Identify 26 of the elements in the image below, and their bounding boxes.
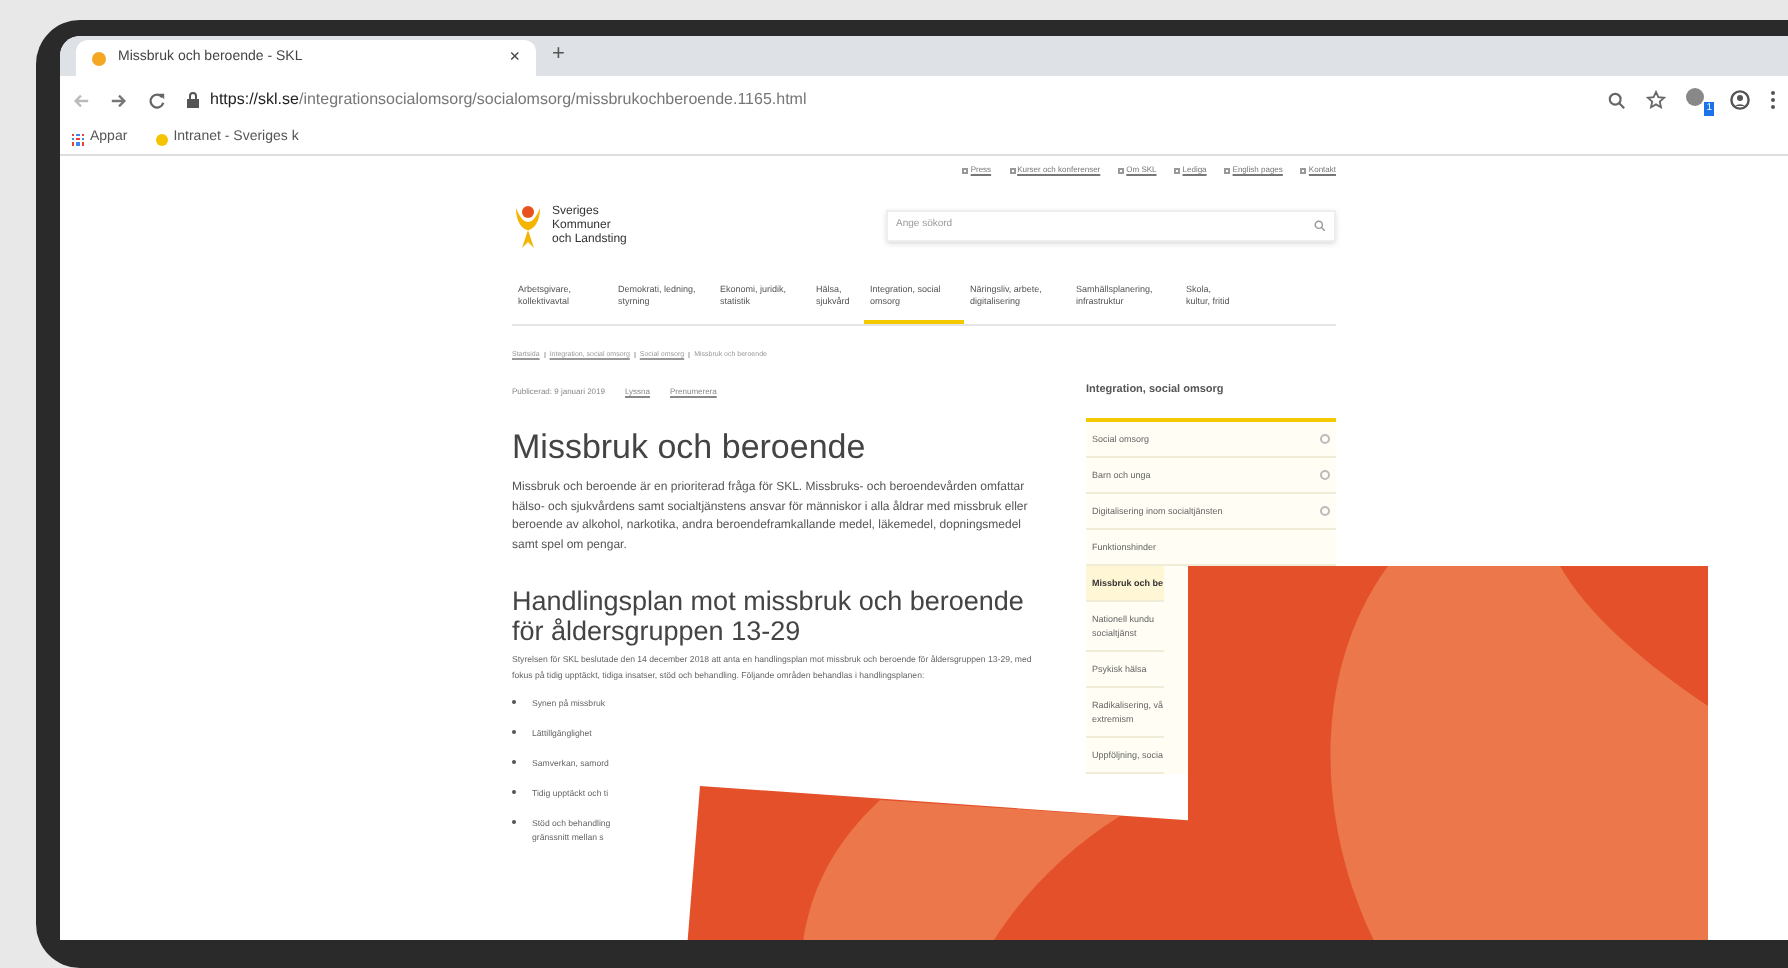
link-icon (1118, 167, 1125, 173)
forward-icon[interactable] (110, 91, 128, 109)
reload-icon[interactable] (148, 91, 166, 109)
address-bar[interactable]: https://skl.se/integrationsocialomsorg/socialomsorg/missbrukochberoende.1165.html (210, 88, 807, 112)
menu-icon[interactable] (1770, 90, 1776, 110)
close-tab-button[interactable]: × (509, 44, 520, 72)
section-heading: Handlingsplan mot missbruk och beroende för åldersgruppen 13-29 (512, 586, 1026, 647)
zoom-icon[interactable] (1608, 91, 1626, 109)
page-title: Missbruk och beroende (512, 428, 868, 469)
star-icon[interactable] (1646, 90, 1666, 110)
favicon-icon (92, 51, 106, 65)
lock-icon (186, 92, 200, 108)
new-tab-button[interactable]: + (552, 37, 565, 70)
search-icon[interactable] (1314, 220, 1326, 232)
logo-icon (512, 202, 544, 250)
breadcrumb-separator (688, 352, 691, 359)
link-icon (962, 167, 969, 173)
link-icon (1174, 167, 1181, 173)
link-icon (1009, 167, 1016, 173)
link-icon (1300, 167, 1307, 173)
account-icon[interactable] (1730, 90, 1750, 110)
link-icon (1224, 167, 1231, 173)
extension-icon[interactable] (1686, 88, 1704, 106)
breadcrumb-separator (543, 352, 546, 359)
bulb-icon (155, 133, 168, 145)
breadcrumb-separator (633, 352, 636, 359)
